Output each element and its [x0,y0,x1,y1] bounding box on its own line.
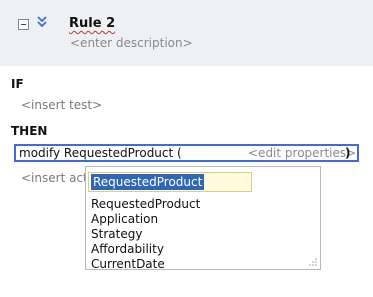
rule-editor: Rule 2 <enter description> IF <insert te… [0,0,373,297]
insert-action-placeholder[interactable]: <insert action> [21,171,89,185]
dropdown-option-list: RequestedProduct Application Strategy Af… [91,197,200,272]
dropdown-option[interactable]: Application [91,212,200,227]
if-keyword: IF [11,77,24,91]
modify-action-text[interactable]: modify RequestedProduct ( [19,146,182,160]
rule-header [0,0,373,66]
collapse-box-icon[interactable] [18,19,29,30]
insert-test-placeholder[interactable]: <insert test> [21,98,102,112]
dropdown-option[interactable]: CurrentDate [91,257,200,272]
rule-title[interactable]: Rule 2 [69,16,115,31]
dropdown-option[interactable]: RequestedProduct [91,197,200,212]
dropdown-option[interactable]: Affordability [91,242,200,257]
dropdown-option[interactable]: Strategy [91,227,200,242]
dropdown-search-value[interactable]: RequestedProduct [91,174,205,190]
then-keyword: THEN [11,124,48,138]
edit-properties-placeholder[interactable]: <edit properties> [248,146,356,160]
action-close-paren: ) [345,146,351,160]
rule-description-placeholder[interactable]: <enter description> [70,36,193,50]
resize-grip-icon[interactable] [308,257,318,267]
double-chevron-down-icon[interactable] [37,15,47,31]
